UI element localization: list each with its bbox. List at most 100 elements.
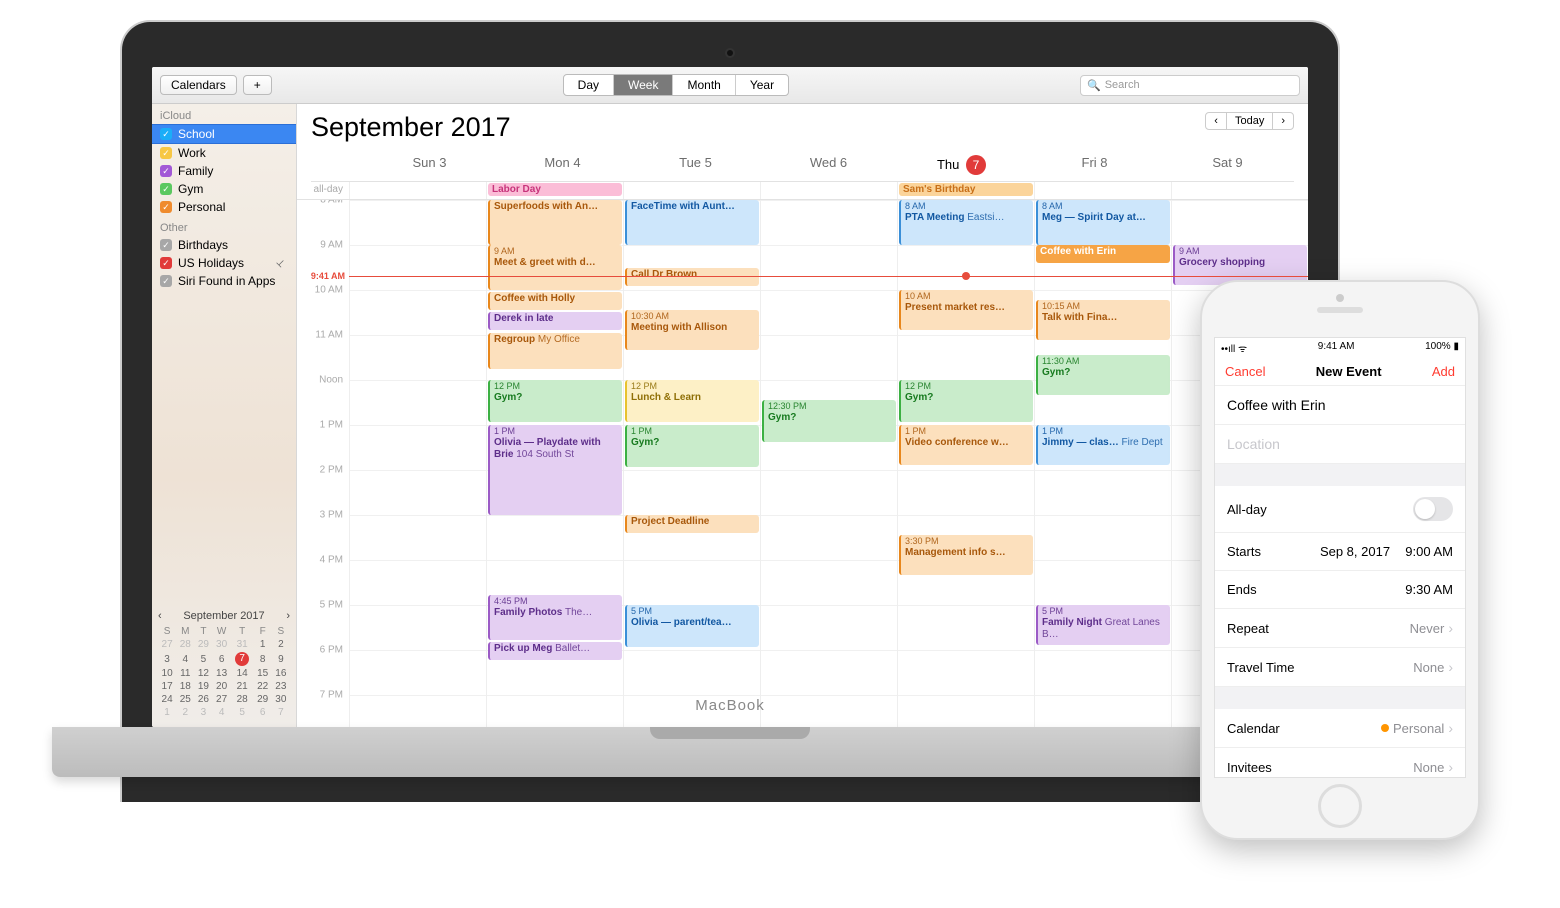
calendar-event[interactable]: 10 AMPresent market res… (899, 290, 1033, 330)
day-header: Thu 7 (895, 149, 1028, 181)
day-column[interactable]: FaceTime with Aunt… Call Dr Brown 10:30 AM… (623, 200, 760, 727)
calendar-event[interactable]: 12 PMGym? (488, 380, 622, 422)
checkbox-icon[interactable]: ✓ (160, 183, 172, 195)
calendar-event[interactable]: 12 PMLunch & Learn (625, 380, 759, 422)
calendar-event[interactable]: 8 AMMeg — Spirit Day at… (1036, 200, 1170, 245)
checkbox-icon[interactable]: ✓ (160, 147, 172, 159)
hour-label: 4 PM (320, 555, 343, 566)
day-column[interactable]: 8 AMPTA Meeting Eastsi… 10 AMPresent mark… (897, 200, 1034, 727)
view-day[interactable]: Day (564, 75, 614, 95)
event-title-input[interactable]: Coffee with Erin (1215, 386, 1465, 425)
calendar-event[interactable]: 5 PMOlivia — parent/tea… (625, 605, 759, 647)
checkbox-icon[interactable]: ✓ (160, 165, 172, 177)
calendar-event[interactable]: 10:30 AMMeeting with Allison (625, 310, 759, 350)
sidebar-item-family[interactable]: ✓Family (152, 162, 296, 180)
next-week-button[interactable]: › (1272, 112, 1294, 130)
iphone-frame: ••ıll ᯤ 9:41 AM 100% ▮ Cancel New Event … (1200, 280, 1480, 840)
checkbox-icon[interactable]: ✓ (160, 257, 172, 269)
iphone-camera (1336, 294, 1344, 302)
status-bar: ••ıll ᯤ 9:41 AM 100% ▮ (1215, 338, 1465, 358)
checkbox-icon[interactable]: ✓ (160, 275, 172, 287)
view-year[interactable]: Year (736, 75, 788, 95)
day-header: Sat 9 (1161, 149, 1294, 181)
sidebar-item-school[interactable]: ✓School (152, 124, 296, 144)
day-column[interactable] (349, 200, 486, 727)
calendar-event[interactable]: 12 PMGym? (899, 380, 1033, 422)
day-column[interactable]: 8 AMMeg — Spirit Day at…Coffee with Erin… (1034, 200, 1171, 727)
add-button[interactable]: + (243, 75, 272, 95)
calendar-event[interactable]: Project Deadline (625, 515, 759, 533)
sidebar-item-birthdays[interactable]: ✓Birthdays (152, 236, 296, 254)
calendar-event[interactable]: Call Dr Brown (625, 268, 759, 286)
checkbox-icon[interactable]: ✓ (160, 201, 172, 213)
day-header: Wed 6 (762, 149, 895, 181)
calendar-event[interactable]: 4:45 PMFamily Photos The… (488, 595, 622, 640)
macbook-brand: MacBook (695, 697, 765, 714)
day-column[interactable]: 12:30 PMGym? (760, 200, 897, 727)
hour-label: 5 PM (320, 600, 343, 611)
calendar-event[interactable]: Pick up Meg Ballet… (488, 642, 622, 660)
allday-row: all-day Labor DaySam's Birthday (297, 182, 1308, 200)
add-event-button[interactable]: Add (1432, 364, 1455, 379)
allday-event[interactable]: Labor Day (488, 183, 622, 196)
calendar-row[interactable]: CalendarPersonal› (1215, 709, 1465, 748)
minical-next[interactable]: › (286, 610, 290, 622)
sidebar-item-siri-found-in-apps[interactable]: ✓Siri Found in Apps (152, 272, 296, 290)
invitees-row[interactable]: InviteesNone› (1215, 748, 1465, 778)
sidebar: iCloud ✓School✓Work✓Family✓Gym✓Personal … (152, 104, 297, 727)
hour-label: 8 AM (320, 200, 343, 206)
mini-calendar[interactable]: ‹ September 2017 › SMTWTFS27282930311234… (152, 606, 296, 727)
battery-icon: 100% ▮ (1425, 341, 1459, 355)
sidebar-item-gym[interactable]: ✓Gym (152, 180, 296, 198)
calendar-event[interactable]: 12:30 PMGym? (762, 400, 896, 442)
allday-toggle[interactable] (1413, 497, 1453, 521)
calendar-event[interactable]: FaceTime with Aunt… (625, 200, 759, 245)
calendar-event[interactable]: 5 PMFamily Night Great Lanes B… (1036, 605, 1170, 645)
calendar-view: ‹ Today › September 2017 Sun 3Mon 4Tue 5… (297, 104, 1308, 727)
view-month[interactable]: Month (673, 75, 735, 95)
cancel-button[interactable]: Cancel (1225, 364, 1265, 379)
calendar-event[interactable]: 11:30 AMGym? (1036, 355, 1170, 395)
sidebar-item-work[interactable]: ✓Work (152, 144, 296, 162)
hour-label: 3 PM (320, 510, 343, 521)
nav-title: New Event (1316, 364, 1382, 379)
calendar-event[interactable]: 1 PMOlivia — Playdate with Brie 104 Sout… (488, 425, 622, 515)
home-button[interactable] (1318, 784, 1362, 828)
calendar-event[interactable]: Coffee with Erin (1036, 245, 1170, 263)
calendar-event[interactable]: Derek in late (488, 312, 622, 330)
calendar-event[interactable]: 8 AMPTA Meeting Eastsi… (899, 200, 1033, 245)
iphone-speaker (1317, 307, 1363, 313)
checkbox-icon[interactable]: ✓ (160, 128, 172, 140)
calendar-event[interactable]: 1 PMJimmy — clas… Fire Dept (1036, 425, 1170, 465)
calendar-event[interactable]: Regroup My Office (488, 333, 622, 369)
checkbox-icon[interactable]: ✓ (160, 239, 172, 251)
prev-week-button[interactable]: ‹ (1205, 112, 1227, 130)
repeat-row[interactable]: RepeatNever› (1215, 609, 1465, 648)
calendar-event[interactable]: 1 PMGym? (625, 425, 759, 467)
sidebar-item-us-holidays[interactable]: ✓US Holidays⟂ (152, 254, 296, 272)
allday-event[interactable]: Sam's Birthday (899, 183, 1033, 196)
calendar-event[interactable]: Coffee with Holly (488, 292, 622, 310)
hour-label: 2 PM (320, 465, 343, 476)
day-column[interactable]: Superfoods with An…9 AMMeet & greet with… (486, 200, 623, 727)
sidebar-item-personal[interactable]: ✓Personal (152, 198, 296, 216)
calendars-button[interactable]: Calendars (160, 75, 237, 95)
today-button[interactable]: Today (1227, 112, 1272, 130)
ends-row[interactable]: Ends9:30 AM (1215, 571, 1465, 609)
view-week[interactable]: Week (614, 75, 673, 95)
event-location-input[interactable]: Location (1215, 425, 1465, 464)
date-navigator: ‹ Today › (1205, 112, 1294, 130)
calendar-event[interactable]: 9 AMGrocery shopping (1173, 245, 1307, 285)
calendar-event[interactable]: 1 PMVideo conference w… (899, 425, 1033, 465)
starts-row[interactable]: StartsSep 8, 2017 9:00 AM (1215, 533, 1465, 571)
search-input[interactable]: 🔍 Search (1080, 75, 1300, 96)
minical-prev[interactable]: ‹ (158, 610, 162, 622)
traveltime-row[interactable]: Travel TimeNone› (1215, 648, 1465, 687)
calendar-event[interactable]: 10:15 AMTalk with Fina… (1036, 300, 1170, 340)
calendar-event[interactable]: 3:30 PMManagement info s… (899, 535, 1033, 575)
orange-dot-icon (1381, 724, 1389, 732)
calendar-event[interactable]: 9 AMMeet & greet with d… (488, 245, 622, 290)
calendar-event[interactable]: Superfoods with An… (488, 200, 622, 245)
allday-row[interactable]: All-day (1215, 486, 1465, 533)
sidebar-header-icloud: iCloud (152, 104, 296, 124)
